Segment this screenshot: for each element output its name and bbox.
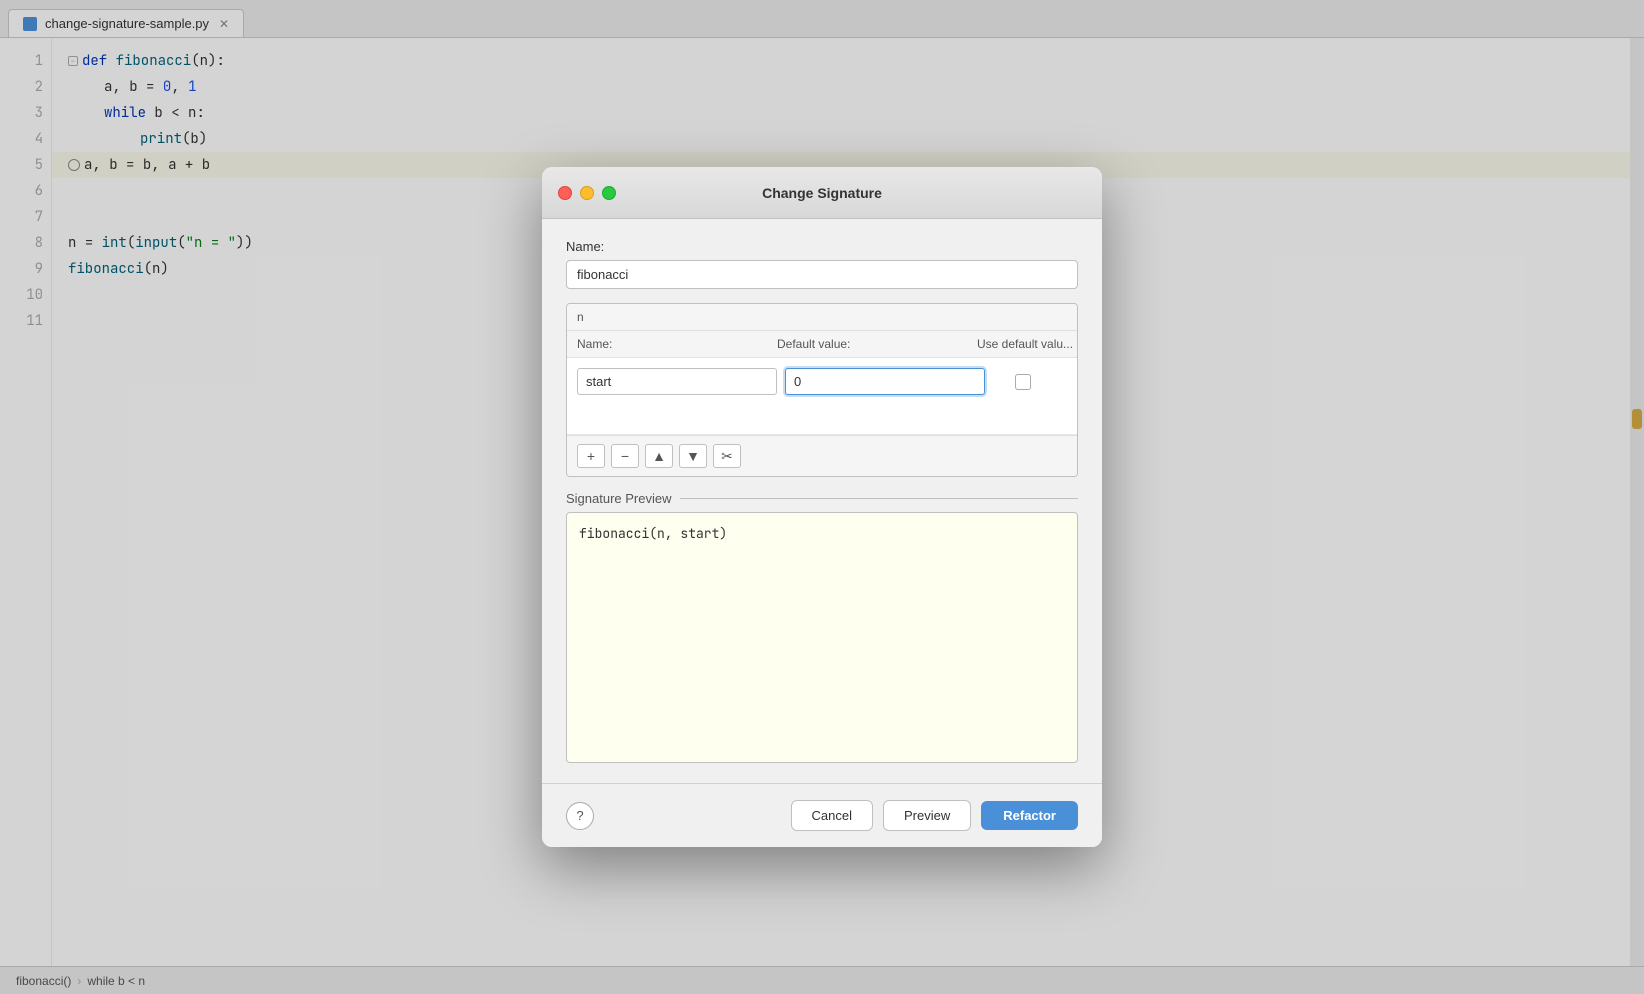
- dialog-maximize-button[interactable]: [602, 186, 616, 200]
- preview-button[interactable]: Preview: [883, 800, 971, 831]
- col-header-name: Name:: [577, 337, 777, 351]
- add-param-button[interactable]: +: [577, 444, 605, 468]
- dialog-footer: ? Cancel Preview Refactor: [542, 783, 1102, 847]
- modal-overlay: Change Signature Name: n Name: Default v…: [0, 0, 1644, 994]
- col-header-default: Default value:: [777, 337, 977, 351]
- param-col-headers: Name: Default value: Use default valu...: [567, 331, 1077, 358]
- cancel-button[interactable]: Cancel: [791, 800, 873, 831]
- param-section-header: n: [567, 304, 1077, 331]
- use-default-checkbox[interactable]: [1015, 374, 1031, 390]
- use-default-checkbox-area: [993, 374, 1053, 390]
- dialog-minimize-button[interactable]: [580, 186, 594, 200]
- param-name-input[interactable]: [577, 368, 777, 395]
- dialog-close-button[interactable]: [558, 186, 572, 200]
- refactor-button[interactable]: Refactor: [981, 801, 1078, 830]
- change-signature-dialog: Change Signature Name: n Name: Default v…: [542, 167, 1102, 847]
- params-panel: n Name: Default value: Use default valu.…: [566, 303, 1078, 477]
- sig-preview-box: fibonacci(n, start): [566, 512, 1078, 763]
- param-fields-row: [567, 358, 1077, 405]
- split-button[interactable]: ✂: [713, 444, 741, 468]
- dialog-body: Name: n Name: Default value: Use default…: [542, 219, 1102, 783]
- titlebar-buttons: [558, 186, 616, 200]
- help-button[interactable]: ?: [566, 802, 594, 830]
- param-section-title: n: [577, 310, 584, 324]
- remove-param-button[interactable]: −: [611, 444, 639, 468]
- param-toolbar: + − ▲ ▼ ✂: [567, 435, 1077, 476]
- sig-preview-label: Signature Preview: [566, 491, 1078, 506]
- dialog-titlebar: Change Signature: [542, 167, 1102, 219]
- name-label: Name:: [566, 239, 1078, 254]
- col-header-use-default: Use default valu...: [977, 337, 1077, 351]
- name-input[interactable]: [566, 260, 1078, 289]
- param-default-input[interactable]: [785, 368, 985, 395]
- name-field-section: Name:: [566, 239, 1078, 289]
- dialog-title: Change Signature: [762, 185, 882, 201]
- help-icon: ?: [576, 808, 583, 823]
- move-down-button[interactable]: ▼: [679, 444, 707, 468]
- sig-preview-section: Signature Preview fibonacci(n, start): [566, 491, 1078, 763]
- move-up-button[interactable]: ▲: [645, 444, 673, 468]
- empty-param-row: [567, 405, 1077, 435]
